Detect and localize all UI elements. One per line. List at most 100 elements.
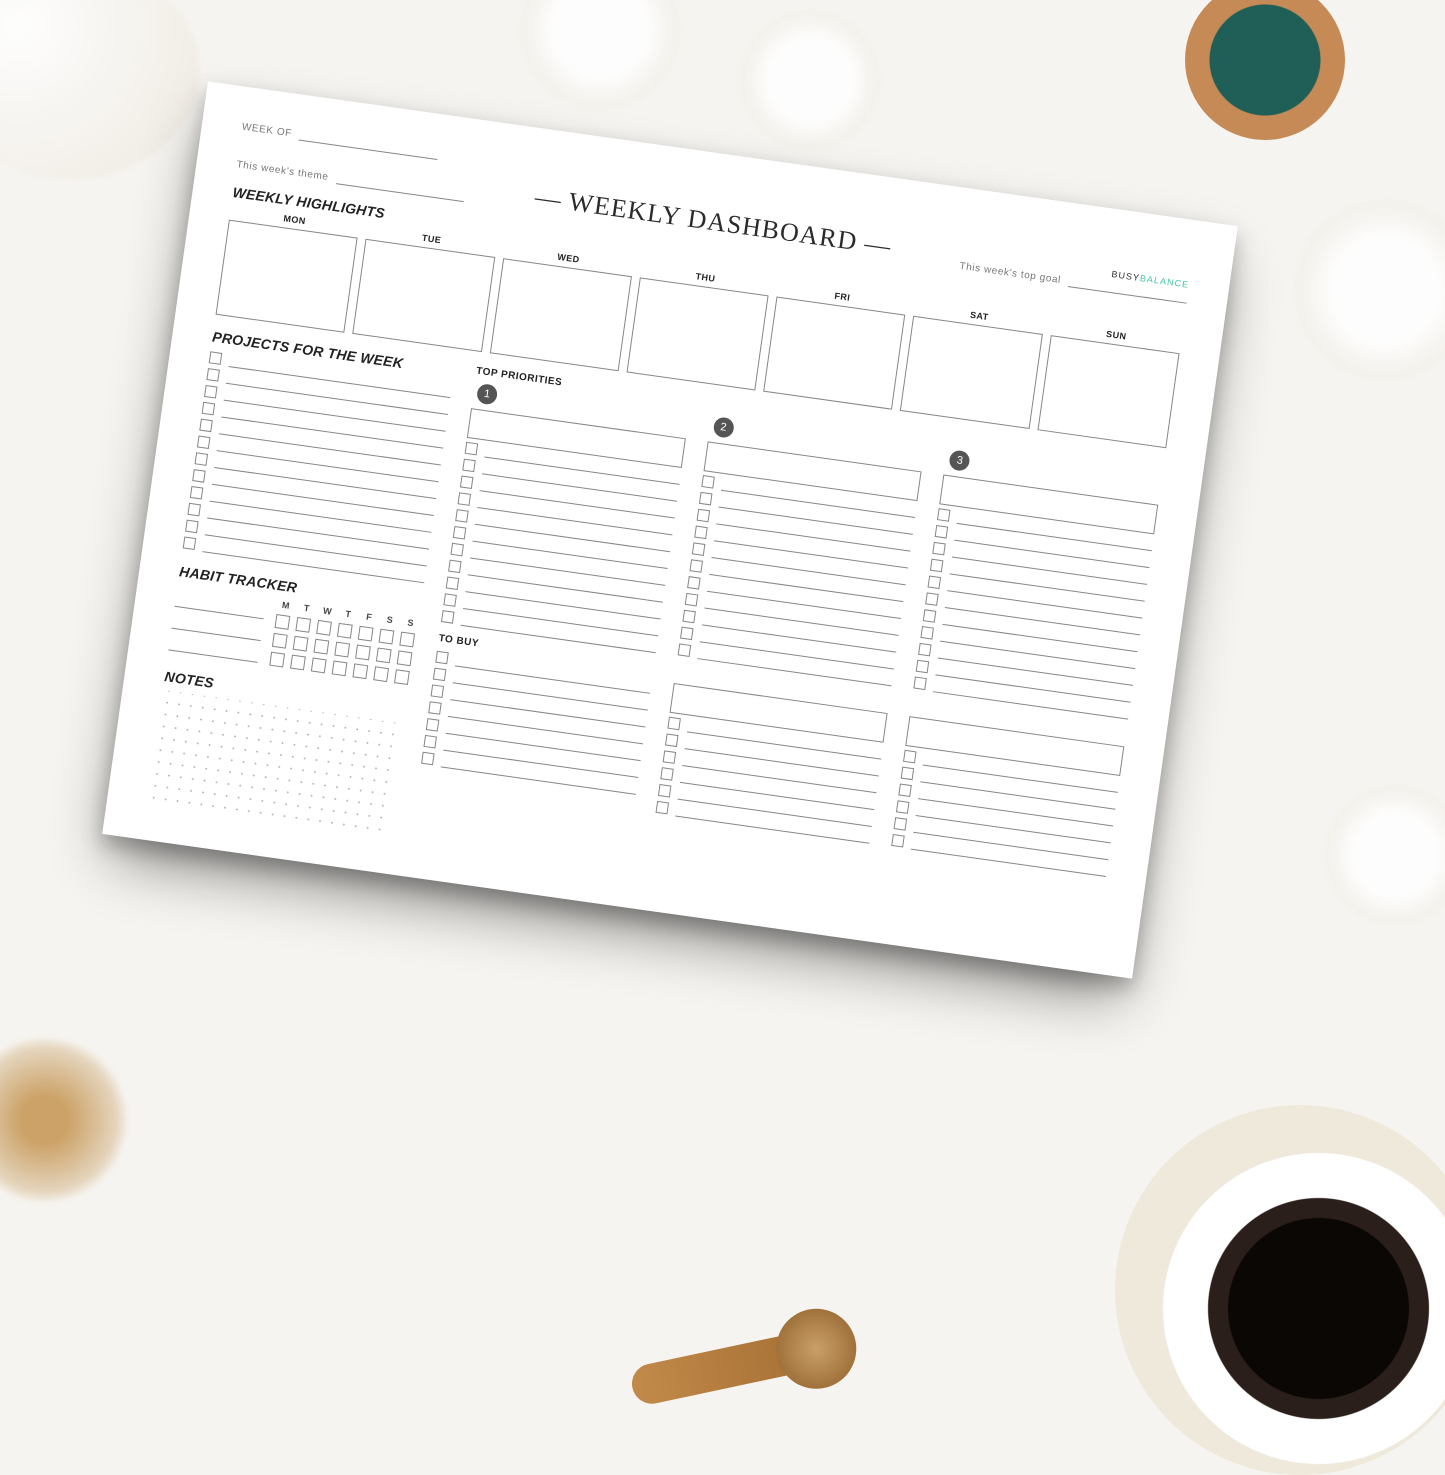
habit-cell[interactable] — [275, 614, 291, 630]
checkbox[interactable] — [192, 469, 206, 483]
checkbox[interactable] — [458, 492, 472, 506]
habit-cell[interactable] — [272, 633, 288, 649]
day-column-sat: SAT — [900, 302, 1044, 429]
day-highlight-box[interactable] — [626, 277, 768, 390]
checkbox[interactable] — [460, 475, 474, 489]
day-highlight-box[interactable] — [900, 316, 1042, 429]
checkbox[interactable] — [694, 526, 708, 540]
checkbox[interactable] — [892, 834, 906, 848]
checkbox[interactable] — [202, 402, 216, 416]
checkbox[interactable] — [448, 560, 462, 574]
habit-cell[interactable] — [399, 632, 415, 648]
habit-cell[interactable] — [290, 655, 306, 671]
habit-cell[interactable] — [352, 663, 368, 679]
checkbox[interactable] — [428, 701, 442, 715]
checkbox[interactable] — [689, 559, 703, 573]
checkbox[interactable] — [684, 593, 698, 607]
checkbox[interactable] — [195, 452, 209, 466]
checkbox[interactable] — [928, 576, 942, 590]
habit-cell[interactable] — [337, 623, 353, 639]
checkbox[interactable] — [894, 817, 908, 831]
checkbox[interactable] — [662, 750, 676, 764]
checkbox[interactable] — [660, 767, 674, 781]
priority-badge-3: 3 — [949, 449, 972, 472]
checkbox[interactable] — [190, 486, 204, 500]
checkbox[interactable] — [680, 627, 694, 641]
day-highlight-box[interactable] — [352, 239, 494, 352]
checkbox[interactable] — [896, 800, 910, 814]
checkbox[interactable] — [465, 442, 479, 456]
checkbox[interactable] — [682, 610, 696, 624]
habit-day-header: F — [360, 611, 377, 623]
checkbox[interactable] — [435, 651, 449, 665]
habit-cell[interactable] — [355, 645, 371, 661]
checkbox[interactable] — [930, 559, 944, 573]
checkbox[interactable] — [453, 526, 467, 540]
checkbox[interactable] — [935, 525, 949, 539]
col-priority-2: 2 — [647, 399, 928, 900]
day-highlight-box[interactable] — [489, 258, 631, 371]
habit-cell[interactable] — [293, 636, 309, 652]
checkbox[interactable] — [655, 801, 669, 815]
checkbox[interactable] — [455, 509, 469, 523]
habit-label-lines — [168, 585, 267, 669]
checkbox[interactable] — [937, 508, 951, 522]
checkbox[interactable] — [925, 592, 939, 606]
checkbox[interactable] — [187, 503, 201, 517]
checkbox[interactable] — [923, 609, 937, 623]
checkbox[interactable] — [903, 750, 917, 764]
day-column-thu: THU — [626, 263, 770, 390]
checkbox[interactable] — [691, 542, 705, 556]
checkbox[interactable] — [916, 660, 930, 674]
checkbox[interactable] — [206, 368, 220, 382]
checkbox[interactable] — [921, 626, 935, 640]
checkbox[interactable] — [450, 543, 464, 557]
checkbox[interactable] — [677, 643, 691, 657]
habit-cell[interactable] — [269, 652, 285, 668]
checkbox[interactable] — [687, 576, 701, 590]
day-highlight-box[interactable] — [1037, 335, 1179, 448]
checkbox[interactable] — [441, 610, 455, 624]
checkbox[interactable] — [667, 717, 681, 731]
checkbox[interactable] — [185, 520, 199, 534]
checkbox[interactable] — [462, 459, 476, 473]
checkbox[interactable] — [658, 784, 672, 798]
checkbox[interactable] — [446, 576, 460, 590]
checkbox[interactable] — [421, 752, 435, 766]
habit-cell[interactable] — [373, 666, 389, 682]
habit-cell[interactable] — [397, 650, 413, 666]
checkbox[interactable] — [199, 419, 213, 433]
checkbox[interactable] — [899, 784, 913, 798]
planner-page: WEEK OF This week's theme — WEEKLY DASHB… — [102, 81, 1238, 978]
checkbox[interactable] — [933, 542, 947, 556]
checkbox[interactable] — [918, 643, 932, 657]
checkbox[interactable] — [433, 668, 447, 682]
habit-cell[interactable] — [379, 629, 395, 645]
day-highlight-box[interactable] — [763, 297, 905, 410]
habit-cell[interactable] — [334, 642, 350, 658]
checkbox[interactable] — [443, 593, 457, 607]
habit-cell[interactable] — [358, 626, 374, 642]
checkbox[interactable] — [209, 351, 223, 365]
checkbox[interactable] — [431, 684, 445, 698]
day-highlight-box[interactable] — [216, 220, 358, 333]
theme-blank[interactable] — [336, 172, 466, 202]
checkbox[interactable] — [423, 735, 437, 749]
habit-cell[interactable] — [376, 647, 392, 663]
habit-cell[interactable] — [313, 639, 329, 655]
checkbox[interactable] — [701, 475, 715, 489]
checkbox[interactable] — [901, 767, 915, 781]
checkbox[interactable] — [197, 435, 211, 449]
habit-cell[interactable] — [295, 617, 311, 633]
habit-cell[interactable] — [316, 620, 332, 636]
checkbox[interactable] — [914, 677, 928, 691]
checkbox[interactable] — [665, 733, 679, 747]
checkbox[interactable] — [204, 385, 218, 399]
checkbox[interactable] — [696, 509, 710, 523]
checkbox[interactable] — [183, 536, 197, 550]
habit-cell[interactable] — [311, 658, 327, 674]
checkbox[interactable] — [426, 718, 440, 732]
habit-cell[interactable] — [394, 669, 410, 685]
habit-cell[interactable] — [332, 660, 348, 676]
checkbox[interactable] — [699, 492, 713, 506]
